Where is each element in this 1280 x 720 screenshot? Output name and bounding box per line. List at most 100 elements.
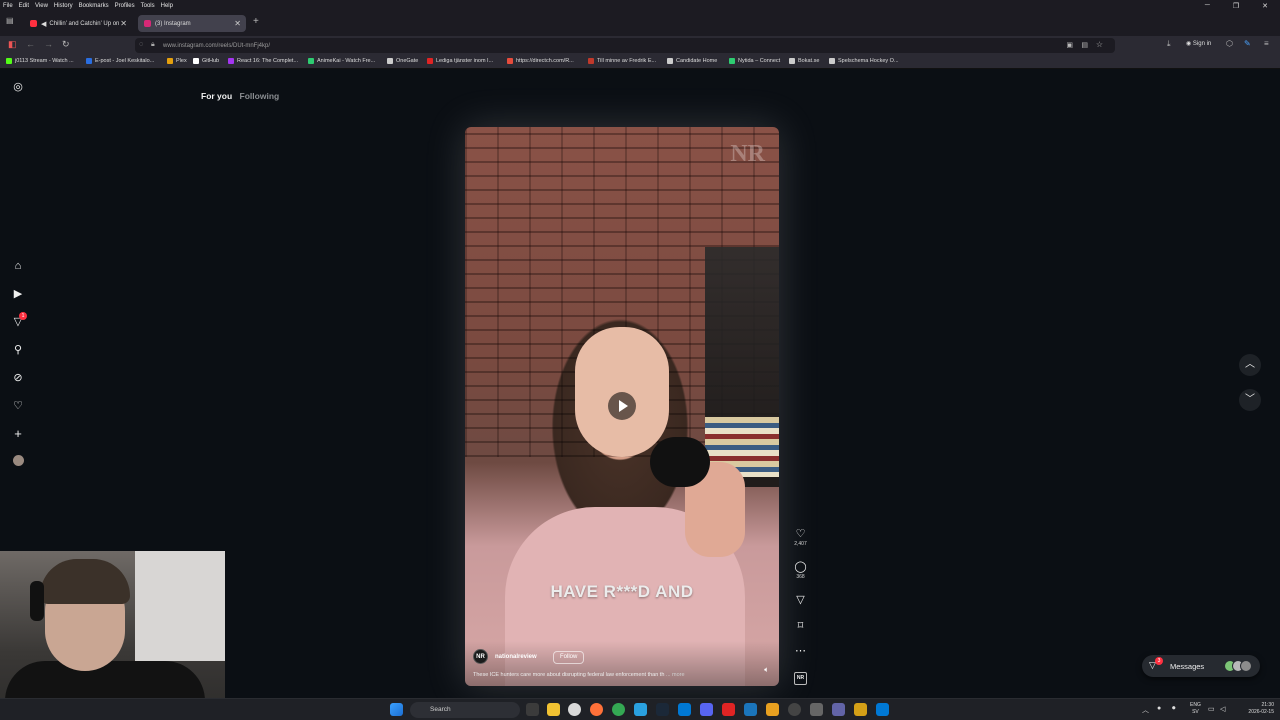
discord-icon[interactable] xyxy=(700,703,713,716)
search-icon[interactable]: ⚲ xyxy=(11,343,25,357)
bookmark-item[interactable]: Bokat.se xyxy=(789,58,819,64)
menu-tools[interactable]: Tools xyxy=(141,3,155,9)
steam-icon[interactable] xyxy=(656,703,669,716)
clock[interactable]: 21:30 2026-02-15 xyxy=(1248,702,1274,716)
instagram-logo-icon[interactable]: ◎ xyxy=(11,80,25,94)
bookmark-item[interactable]: Nytida – Connect xyxy=(729,58,780,64)
reader-view-icon[interactable]: ▤ xyxy=(1081,41,1088,49)
telegram-icon[interactable] xyxy=(634,703,647,716)
tray-app-icon[interactable]: ● xyxy=(1157,705,1161,712)
extension-icon[interactable]: ✎ xyxy=(1244,39,1251,48)
task-view-icon[interactable] xyxy=(526,703,539,716)
lock-icon[interactable]: 🔒︎ xyxy=(151,41,155,49)
profile-avatar[interactable] xyxy=(11,455,25,469)
new-tab-icon[interactable]: + xyxy=(253,16,259,27)
menu-history[interactable]: History xyxy=(54,3,73,9)
bookmark-star-icon[interactable]: ☆ xyxy=(1096,40,1103,49)
extensions-icon[interactable]: ⬡ xyxy=(1226,39,1233,48)
account-avatar[interactable]: NR xyxy=(473,649,488,664)
previous-reel-button[interactable]: ︿ xyxy=(1239,354,1261,376)
tab-list-icon[interactable]: ▤ xyxy=(6,16,14,25)
downloads-icon[interactable]: ⤓ xyxy=(1167,39,1171,49)
reload-icon[interactable]: ↻ xyxy=(62,39,70,50)
tab-stream[interactable]: ◀ Chillin' and Catchin' Up on ✕ xyxy=(24,15,132,32)
bookmark-item[interactable]: https://directch.com/R... xyxy=(507,58,574,64)
messages-button[interactable]: ▽ 3 Messages xyxy=(1142,655,1260,677)
app-icon[interactable] xyxy=(766,703,779,716)
menu-file[interactable]: File xyxy=(3,3,13,9)
bookmark-item[interactable]: Plex xyxy=(167,58,187,64)
tab-for-you[interactable]: For you xyxy=(201,91,232,101)
network-icon[interactable]: ▭ xyxy=(1208,705,1215,713)
menu-profiles[interactable]: Profiles xyxy=(115,3,135,9)
bookmark-item[interactable]: E-post - Joel Keskitalo... xyxy=(86,58,154,64)
more-options-button[interactable]: ⋯ xyxy=(793,645,808,657)
visual-studio-icon[interactable] xyxy=(744,703,757,716)
mute-icon[interactable]: 🔈︎ xyxy=(764,665,769,675)
bookmark-item[interactable]: Lediga tjänster inom I... xyxy=(427,58,493,64)
bookmark-item[interactable]: React 16: The Complet... xyxy=(228,58,298,64)
explore-icon[interactable]: ⊘ xyxy=(11,371,25,385)
shield-icon[interactable]: ◌ xyxy=(139,41,143,48)
play-button[interactable] xyxy=(608,392,636,420)
app-icon[interactable] xyxy=(722,703,735,716)
volume-icon[interactable]: ◁ xyxy=(1220,705,1225,713)
url-bar[interactable]: ◌ 🔒︎ www.instagram.com/reels/DUt-mnFj4kp… xyxy=(135,38,1115,53)
bookmark-item[interactable]: GitHub xyxy=(193,58,219,64)
tray-mic-icon[interactable]: ⏺ xyxy=(1172,705,1176,713)
app-icon[interactable] xyxy=(854,703,867,716)
next-reel-button[interactable]: ﹀ xyxy=(1239,389,1261,411)
menu-edit[interactable]: Edit xyxy=(19,3,29,9)
create-icon[interactable]: + xyxy=(11,427,25,441)
share-button[interactable]: ▽ xyxy=(793,594,808,606)
obs-icon[interactable] xyxy=(788,703,801,716)
bookmark-item[interactable]: AnimeKai - Watch Fre... xyxy=(308,58,375,64)
tray-overflow-icon[interactable]: ︿ xyxy=(1142,705,1149,715)
bookmark-item[interactable]: Spelschema Hockey O... xyxy=(829,58,899,64)
account-button[interactable]: ◉ Sign in xyxy=(1186,40,1211,47)
audio-avatar-badge[interactable]: NR xyxy=(794,672,807,685)
more-link[interactable]: ... more xyxy=(666,672,685,678)
file-explorer-icon[interactable] xyxy=(547,703,560,716)
sidebar-toggle-icon[interactable]: ◧ xyxy=(8,39,17,50)
like-button[interactable]: ♡ 2,407 xyxy=(793,528,808,547)
restore-icon[interactable]: ❐ xyxy=(1233,2,1239,10)
chrome-icon[interactable] xyxy=(612,703,625,716)
teams-icon[interactable] xyxy=(832,703,845,716)
menu-bookmarks[interactable]: Bookmarks xyxy=(79,3,109,9)
forward-icon[interactable]: → xyxy=(44,39,53,49)
vscode-icon[interactable] xyxy=(678,703,691,716)
reels-icon[interactable]: ▶ xyxy=(11,287,25,301)
firefox-icon[interactable] xyxy=(590,703,603,716)
start-icon[interactable] xyxy=(390,703,403,716)
app-icon[interactable] xyxy=(876,703,889,716)
bookmark-item[interactable]: j0113 Stream - Watch ... xyxy=(6,58,74,64)
tab-following[interactable]: Following xyxy=(240,91,280,101)
taskbar-search[interactable]: Search xyxy=(410,702,520,718)
direct-messages-icon[interactable]: ▽ 1 xyxy=(11,312,27,329)
picture-in-picture-icon[interactable]: ▣ xyxy=(1066,41,1073,49)
account-name[interactable]: nationalreview xyxy=(495,654,537,660)
bookmark-item[interactable]: Candidate Home xyxy=(667,58,717,64)
browser-icon[interactable] xyxy=(568,703,581,716)
input-language[interactable]: ENG SV xyxy=(1190,702,1201,716)
notifications-heart-icon[interactable]: ♡ xyxy=(11,399,25,413)
close-window-icon[interactable]: ✕ xyxy=(1262,2,1268,10)
reel-video[interactable]: NR HAVE R***D AND NR nationalreview Foll… xyxy=(465,127,779,686)
menu-help[interactable]: Help xyxy=(161,3,173,9)
bookmark-item[interactable]: Till minne av Fredrik E... xyxy=(588,58,656,64)
save-button[interactable]: ⌑ xyxy=(793,620,808,632)
bookmark-item[interactable]: OneGate xyxy=(387,58,418,64)
comment-button[interactable]: ◯ 368 xyxy=(793,561,808,580)
close-tab-icon[interactable]: ✕ xyxy=(234,19,241,28)
close-tab-icon[interactable]: ✕ xyxy=(120,19,127,28)
tab-instagram[interactable]: (3) Instagram ✕ xyxy=(138,15,246,32)
menu-view[interactable]: View xyxy=(35,3,48,9)
app-icon[interactable] xyxy=(810,703,823,716)
minimize-icon[interactable]: ─ xyxy=(1205,2,1210,9)
back-icon[interactable]: ← xyxy=(26,39,35,49)
follow-button[interactable]: Follow xyxy=(553,651,585,664)
speaker-icon[interactable]: ◀ xyxy=(41,20,46,28)
app-menu-icon[interactable]: ≡ xyxy=(1264,39,1269,48)
home-icon[interactable]: ⌂ xyxy=(11,259,25,273)
